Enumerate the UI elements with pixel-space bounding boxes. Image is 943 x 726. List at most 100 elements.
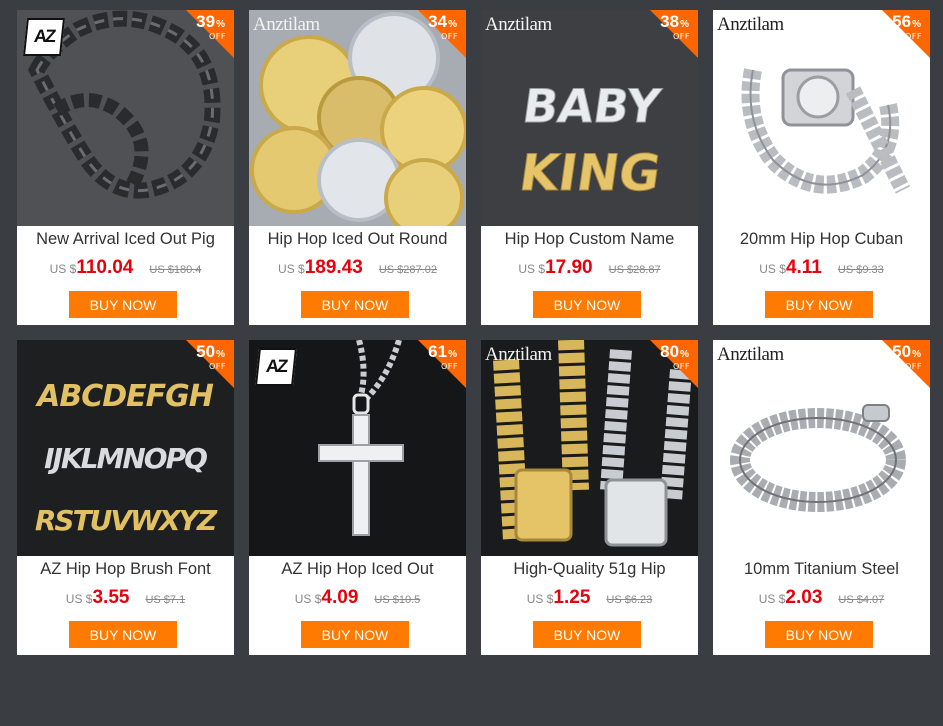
product-image[interactable]: Anztilam 56% OFF bbox=[713, 10, 930, 226]
sale-price: 3.55 bbox=[92, 587, 130, 608]
original-price: US $287.02 bbox=[378, 264, 437, 276]
discount-badge: 50% OFF bbox=[164, 340, 234, 388]
price-row: US $17.90 US $28.87 bbox=[481, 257, 698, 279]
product-title[interactable]: 20mm Hip Hop Cuban bbox=[719, 230, 924, 249]
discount-value: 39 bbox=[196, 12, 216, 31]
brand-logo: AZ bbox=[255, 348, 297, 386]
off-label: OFF bbox=[441, 32, 458, 41]
image-text-line-2: KING bbox=[516, 143, 664, 202]
product-card[interactable]: Anztilam 56% OFF 20mm Hip Hop Cuban US $… bbox=[713, 10, 930, 325]
sale-price: 1.25 bbox=[553, 587, 591, 608]
percent-sign: % bbox=[680, 19, 689, 30]
price-row: US $4.11 US $9.33 bbox=[713, 257, 930, 279]
price-row: US $1.25 US $6.23 bbox=[481, 587, 698, 609]
product-card[interactable]: ABCDEFGH IJKLMNOPQ RSTUVWXYZ 50% OFF AZ … bbox=[17, 340, 234, 655]
brand-logo: Anztilam bbox=[717, 344, 784, 365]
currency-prefix: US $ bbox=[278, 262, 305, 276]
buy-now-button[interactable]: BUY NOW bbox=[533, 621, 641, 648]
buy-now-button[interactable]: BUY NOW bbox=[301, 291, 409, 318]
product-card[interactable]: AZ 61% OFF AZ Hip Hop Iced Out US $4.09 U… bbox=[249, 340, 466, 655]
original-price: US $9.33 bbox=[837, 264, 884, 276]
product-card[interactable]: Anztilam 50% OFF 10mm Titanium Steel US … bbox=[713, 340, 930, 655]
off-label: OFF bbox=[209, 32, 226, 41]
buy-now-button[interactable]: BUY NOW bbox=[69, 621, 177, 648]
discount-value: 56 bbox=[892, 12, 912, 31]
original-price: US $10.5 bbox=[374, 594, 421, 606]
currency-prefix: US $ bbox=[49, 262, 77, 276]
image-text-line-3: RSTUVWXYZ bbox=[35, 504, 218, 537]
percent-sign: % bbox=[448, 19, 457, 30]
percent-sign: % bbox=[216, 349, 225, 360]
product-title[interactable]: Hip Hop Custom Name bbox=[487, 230, 692, 249]
buy-now-button[interactable]: BUY NOW bbox=[765, 621, 873, 648]
discount-badge: 61% OFF bbox=[396, 340, 466, 388]
off-label: OFF bbox=[673, 362, 690, 371]
product-title[interactable]: 10mm Titanium Steel bbox=[719, 560, 924, 579]
price-row: US $2.03 US $4.07 bbox=[713, 587, 930, 609]
discount-badge: 56% OFF bbox=[860, 10, 930, 58]
discount-value: 34 bbox=[428, 12, 448, 31]
percent-sign: % bbox=[448, 349, 457, 360]
product-card[interactable]: Anztilam 80% OFF High-Quality 51g Hip US… bbox=[481, 340, 698, 655]
currency-prefix: US $ bbox=[518, 262, 546, 276]
currency-prefix: US $ bbox=[759, 262, 786, 276]
buy-now-button[interactable]: BUY NOW bbox=[301, 621, 409, 648]
discount-value: 38 bbox=[660, 12, 680, 31]
discount-badge: 39% OFF bbox=[164, 10, 234, 58]
product-title[interactable]: AZ Hip Hop Iced Out bbox=[255, 560, 460, 579]
original-price: US $7.1 bbox=[145, 594, 186, 606]
image-text-line-1: BABY bbox=[519, 79, 664, 133]
currency-prefix: US $ bbox=[526, 592, 554, 606]
product-image[interactable]: Anztilam 50% OFF bbox=[713, 340, 930, 556]
product-card[interactable]: Anztilam 34% OFF Hip Hop Iced Out Round … bbox=[249, 10, 466, 325]
product-image[interactable]: Anztilam 80% OFF bbox=[481, 340, 698, 556]
off-label: OFF bbox=[441, 362, 458, 371]
product-title[interactable]: AZ Hip Hop Brush Font bbox=[23, 560, 228, 579]
currency-prefix: US $ bbox=[758, 592, 786, 606]
product-image[interactable]: AZ 61% OFF bbox=[249, 340, 466, 556]
discount-badge: 50% OFF bbox=[860, 340, 930, 388]
off-label: OFF bbox=[905, 32, 922, 41]
percent-sign: % bbox=[912, 19, 921, 30]
off-label: OFF bbox=[905, 362, 922, 371]
discount-badge: 80% OFF bbox=[628, 340, 698, 388]
product-image[interactable]: Anztilam 34% OFF bbox=[249, 10, 466, 226]
original-price: US $180.4 bbox=[149, 264, 202, 276]
original-price: US $28.87 bbox=[608, 264, 661, 276]
buy-now-button[interactable]: BUY NOW bbox=[69, 291, 177, 318]
product-title[interactable]: New Arrival Iced Out Pig bbox=[23, 230, 228, 249]
product-grid: AZ 39% OFF New Arrival Iced Out Pig US $… bbox=[17, 10, 930, 655]
product-title[interactable]: Hip Hop Iced Out Round bbox=[255, 230, 460, 249]
discount-value: 61 bbox=[428, 342, 448, 361]
buy-now-button[interactable]: BUY NOW bbox=[765, 291, 873, 318]
discount-badge: 34% OFF bbox=[396, 10, 466, 58]
product-title[interactable]: High-Quality 51g Hip bbox=[487, 560, 692, 579]
percent-sign: % bbox=[912, 349, 921, 360]
product-card[interactable]: AZ 39% OFF New Arrival Iced Out Pig US $… bbox=[17, 10, 234, 325]
buy-now-button[interactable]: BUY NOW bbox=[533, 291, 641, 318]
product-image[interactable]: AZ 39% OFF bbox=[17, 10, 234, 226]
product-image[interactable]: ABCDEFGH IJKLMNOPQ RSTUVWXYZ 50% OFF bbox=[17, 340, 234, 556]
sale-price: 17.90 bbox=[545, 257, 593, 278]
product-card[interactable]: BABY KING Anztilam 38% OFF Hip Hop Custo… bbox=[481, 10, 698, 325]
brand-logo: Anztilam bbox=[717, 14, 784, 35]
price-row: US $110.04 US $180.4 bbox=[17, 257, 234, 279]
image-text-line-2: IJKLMNOPQ bbox=[44, 442, 207, 475]
discount-value: 80 bbox=[660, 342, 680, 361]
brand-logo: Anztilam bbox=[485, 14, 552, 35]
percent-sign: % bbox=[680, 349, 689, 360]
original-price: US $6.23 bbox=[606, 594, 653, 606]
brand-logo: Anztilam bbox=[485, 344, 552, 365]
brand-logo: AZ bbox=[23, 18, 65, 56]
off-label: OFF bbox=[209, 362, 226, 371]
currency-prefix: US $ bbox=[65, 592, 93, 606]
currency-prefix: US $ bbox=[294, 592, 322, 606]
price-row: US $189.43 US $287.02 bbox=[249, 257, 466, 279]
sale-price: 2.03 bbox=[785, 587, 823, 608]
percent-sign: % bbox=[216, 19, 225, 30]
discount-badge: 38% OFF bbox=[628, 10, 698, 58]
product-image[interactable]: BABY KING Anztilam 38% OFF bbox=[481, 10, 698, 226]
off-label: OFF bbox=[673, 32, 690, 41]
original-price: US $4.07 bbox=[838, 594, 885, 606]
sale-price: 189.43 bbox=[304, 257, 363, 278]
